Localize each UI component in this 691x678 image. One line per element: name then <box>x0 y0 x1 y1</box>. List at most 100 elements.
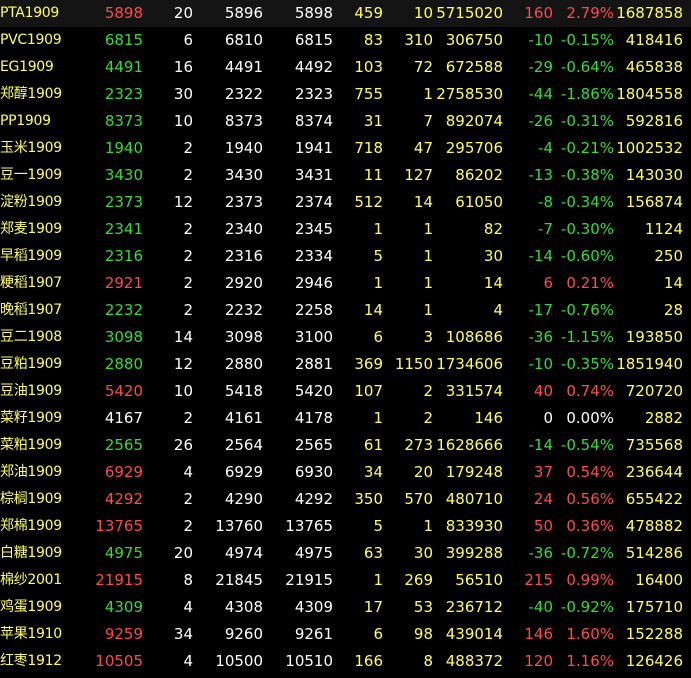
bid-volume-cell: 34 <box>363 463 383 481</box>
volume-cell: 146 <box>474 409 503 427</box>
ask-price-cell: 8374 <box>294 112 333 130</box>
ask-price-cell: 2334 <box>294 247 333 265</box>
quote-row[interactable]: PTA1909 5898 20 5896 5898 459 10 5715020 160 2.79… <box>0 0 691 27</box>
quote-row[interactable]: 粳稻1907 2921 2 2920 2946 1 1 14 6 0.21% 14 <box>0 270 691 297</box>
bid-price-cell: 2322 <box>224 85 263 103</box>
ask-price-cell: 2946 <box>294 274 333 292</box>
change-percent-cell: -0.60% <box>560 247 614 265</box>
bid-volume-cell: 107 <box>354 382 383 400</box>
contract-name-cell: PVC1909 <box>0 32 62 48</box>
contract-name-cell: EG1909 <box>0 59 54 75</box>
volume-cell: 439014 <box>445 625 503 643</box>
quote-row[interactable]: 郑油1909 6929 4 6929 6930 34 20 179248 37 0.54% 2366… <box>0 459 691 486</box>
last-price-cell: 1940 <box>104 139 143 157</box>
bid-price-cell: 2232 <box>224 301 263 319</box>
quote-row[interactable]: 红枣1912 10505 4 10500 10510 166 8 488372 120 1.16%… <box>0 648 691 675</box>
ask-volume-cell: 8 <box>423 652 433 670</box>
volume-cell: 61050 <box>455 193 503 211</box>
ask-volume-cell: 1 <box>423 301 433 319</box>
change-percent-cell: 0.54% <box>566 463 614 481</box>
bid-price-cell: 2340 <box>224 220 263 238</box>
quote-row[interactable]: 郑醇1909 2323 30 2322 2323 755 1 2758530 -44 -1.86%… <box>0 81 691 108</box>
volume-cell: 5715020 <box>436 4 503 22</box>
open-interest-cell: 236644 <box>625 463 683 481</box>
open-interest-cell: 418416 <box>625 31 683 49</box>
quote-row[interactable]: 菜粕1909 2565 26 2564 2565 61 273 1628666 -14 -0.54… <box>0 432 691 459</box>
quote-row[interactable]: 豆粕1909 2880 12 2880 2881 369 1150 1734606 -10 -0.… <box>0 351 691 378</box>
bid-volume-cell: 6 <box>373 625 383 643</box>
quote-row[interactable]: 豆二1908 3098 14 3098 3100 6 3 108686 -36 -1.15% 193… <box>0 324 691 351</box>
change-percent-cell: -0.64% <box>560 58 614 76</box>
last-volume-cell: 2 <box>183 517 193 535</box>
change-percent-cell: -0.38% <box>560 166 614 184</box>
volume-cell: 108686 <box>445 328 503 346</box>
change-cell: -4 <box>538 139 553 157</box>
quote-row[interactable]: 豆油1909 5420 10 5418 5420 107 2 331574 40 0.74% 720… <box>0 378 691 405</box>
quote-row[interactable]: 郑棉1909 13765 2 13760 13765 5 1 833930 50 0.36% 478… <box>0 513 691 540</box>
quote-row[interactable]: 早稻1909 2316 2 2316 2334 5 1 30 -14 -0.60% 250 <box>0 243 691 270</box>
bid-price-cell: 3430 <box>224 166 263 184</box>
last-volume-cell: 30 <box>173 85 193 103</box>
quote-row[interactable]: 苹果1910 9259 34 9260 9261 6 98 439014 146 1.60% 152… <box>0 621 691 648</box>
quote-row[interactable]: 玉米1909 1940 2 1940 1941 718 47 295706 -4 -0.21% 10… <box>0 135 691 162</box>
change-percent-cell: -0.92% <box>560 598 614 616</box>
quote-row[interactable]: 豆一1909 3430 2 3430 3431 11 127 86202 -13 -0.38% 14… <box>0 162 691 189</box>
quote-row[interactable]: PVC1909 6815 6 6810 6815 83 310 306750 -10 -0.15%… <box>0 27 691 54</box>
volume-cell: 295706 <box>445 139 503 157</box>
bid-volume-cell: 11 <box>363 166 383 184</box>
bid-price-cell: 6810 <box>224 31 263 49</box>
quote-row[interactable]: 淀粉1909 2373 12 2373 2374 512 14 61050 -8 -0.34% 15… <box>0 189 691 216</box>
ask-price-cell: 6815 <box>294 31 333 49</box>
quote-row[interactable]: 白糖1909 4975 20 4974 4975 63 30 399288 -36 -0.72% 5… <box>0 540 691 567</box>
ask-price-cell: 5420 <box>294 382 333 400</box>
ask-price-cell: 3100 <box>294 328 333 346</box>
last-price-cell: 2232 <box>104 301 143 319</box>
contract-name-cell: 白糖1909 <box>0 545 62 561</box>
open-interest-cell: 514286 <box>625 544 683 562</box>
ask-volume-cell: 47 <box>413 139 433 157</box>
last-volume-cell: 10 <box>173 112 193 130</box>
contract-name-cell: PTA1909 <box>0 5 60 21</box>
ask-price-cell: 2323 <box>294 85 333 103</box>
ask-price-cell: 2881 <box>294 355 333 373</box>
quote-row[interactable]: 郑麦1909 2341 2 2340 2345 1 1 82 -7 -0.30% 1124 <box>0 216 691 243</box>
last-volume-cell: 26 <box>173 436 193 454</box>
change-cell: -14 <box>528 247 554 265</box>
contract-name-cell: 玉米1909 <box>0 140 62 156</box>
bid-volume-cell: 103 <box>354 58 383 76</box>
bid-volume-cell: 755 <box>354 85 383 103</box>
quote-row[interactable]: 菜籽1909 4167 2 4161 4178 1 2 146 0 0.00% 2882 <box>0 405 691 432</box>
volume-cell: 30 <box>483 247 503 265</box>
last-volume-cell: 8 <box>183 571 193 589</box>
last-volume-cell: 4 <box>183 652 193 670</box>
bid-price-cell: 8373 <box>224 112 263 130</box>
ask-price-cell: 9261 <box>294 625 333 643</box>
ask-volume-cell: 1150 <box>394 355 433 373</box>
volume-cell: 82 <box>483 220 503 238</box>
last-price-cell: 5420 <box>104 382 143 400</box>
bid-price-cell: 2373 <box>224 193 263 211</box>
change-cell: 50 <box>533 517 553 535</box>
quote-row[interactable]: 棕榈1909 4292 2 4290 4292 350 570 480710 24 0.56% 65… <box>0 486 691 513</box>
ask-volume-cell: 10 <box>413 4 433 22</box>
change-cell: -36 <box>528 544 554 562</box>
open-interest-cell: 1851940 <box>616 355 683 373</box>
bid-volume-cell: 1 <box>373 220 383 238</box>
volume-cell: 833930 <box>445 517 503 535</box>
quote-row[interactable]: 棉纱2001 21915 8 21845 21915 1 269 56510 215 0.99% 1… <box>0 567 691 594</box>
bid-volume-cell: 5 <box>373 517 383 535</box>
ask-price-cell: 6930 <box>294 463 333 481</box>
quote-row[interactable]: 晚稻1907 2232 2 2232 2258 14 1 4 -17 -0.76% 28 <box>0 297 691 324</box>
quote-row[interactable]: 鸡蛋1909 4309 4 4308 4309 17 53 236712 -40 -0.92% 17… <box>0 594 691 621</box>
quote-row[interactable]: PP1909 8373 10 8373 8374 31 7 892074 -26 -0.31% 59… <box>0 108 691 135</box>
change-cell: 120 <box>524 652 553 670</box>
contract-name-cell: 粳稻1907 <box>0 275 62 291</box>
last-price-cell: 9259 <box>104 625 143 643</box>
bid-volume-cell: 83 <box>363 31 383 49</box>
quote-row[interactable]: EG1909 4491 16 4491 4492 103 72 672588 -29 -0.64%… <box>0 54 691 81</box>
volume-cell: 179248 <box>445 463 503 481</box>
last-price-cell: 21915 <box>95 571 143 589</box>
bid-price-cell: 10500 <box>215 652 263 670</box>
ask-volume-cell: 273 <box>404 436 433 454</box>
last-price-cell: 13765 <box>95 517 143 535</box>
